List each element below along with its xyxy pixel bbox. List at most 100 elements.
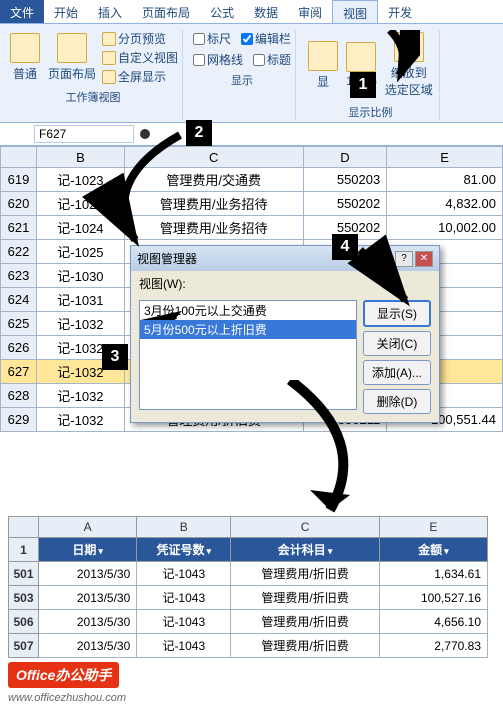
tab-start[interactable]: 开始 [44, 0, 88, 23]
cell[interactable]: 管理费用/业务招待 [124, 192, 303, 216]
delete-button[interactable]: 删除(D) [363, 389, 431, 414]
row-header[interactable]: 619 [1, 168, 37, 192]
col-header[interactable]: A [39, 517, 137, 538]
add-button[interactable]: 添加(A)... [363, 360, 431, 385]
cell[interactable]: 记-1031 [37, 288, 125, 312]
views-listbox[interactable]: 3月份100元以上交通费 5月份500元以上折旧费 [139, 300, 357, 410]
tab-formula[interactable]: 公式 [200, 0, 244, 23]
filter-header[interactable]: 日期▾ [39, 538, 137, 562]
cell[interactable]: 记-1023 [37, 168, 125, 192]
cell[interactable]: 550203 [303, 168, 387, 192]
col-header[interactable]: B [137, 517, 231, 538]
group-show: 显示 [231, 72, 253, 88]
cell[interactable]: 记-1032 [37, 384, 125, 408]
row-header[interactable]: 622 [1, 240, 37, 264]
cell[interactable]: 记-1030 [37, 264, 125, 288]
row-header[interactable]: 1 [9, 538, 39, 562]
row-header[interactable]: 623 [1, 264, 37, 288]
row-header[interactable]: 620 [1, 192, 37, 216]
cell[interactable]: 4,832.00 [387, 192, 503, 216]
cell[interactable]: 管理费用/业务招待 [124, 216, 303, 240]
full-screen-button[interactable]: 全屏显示 [102, 68, 178, 85]
ribbon: 普通 页面布局 分页预览 自定义视图 全屏显示 工作簿视图 标尺 编辑栏 网格线… [0, 24, 503, 123]
cell[interactable]: 2013/5/30 [39, 562, 137, 586]
row-header[interactable]: 503 [9, 586, 39, 610]
row-header[interactable]: 626 [1, 336, 37, 360]
cell[interactable]: 记-1032 [37, 312, 125, 336]
zoom-button[interactable]: 显 [306, 39, 340, 92]
cell[interactable]: 2013/5/30 [39, 586, 137, 610]
row-header[interactable]: 625 [1, 312, 37, 336]
view-manager-dialog: 视图管理器 ? ✕ 视图(W): 3月份100元以上交通费 5月份500元以上折… [130, 245, 440, 423]
cell[interactable]: 550202 [303, 192, 387, 216]
cell[interactable]: 2013/5/30 [39, 610, 137, 634]
tab-insert[interactable]: 插入 [88, 0, 132, 23]
ribbon-tabs: 文件 开始 插入 页面布局 公式 数据 审阅 视图 开发 [0, 0, 503, 24]
filtered-grid[interactable]: ABCE1日期▾凭证号数▾会计科目▾金额▾5012013/5/30记-1043管… [8, 516, 488, 658]
annotation-badge-2: 2 [186, 120, 212, 146]
name-box[interactable]: F627 [34, 125, 134, 143]
custom-view-button[interactable]: 自定义视图 [102, 49, 178, 66]
normal-view-button[interactable]: 普通 [8, 31, 42, 84]
cell[interactable]: 记-1024 [37, 216, 125, 240]
col-header[interactable]: C [231, 517, 380, 538]
row-header[interactable]: 506 [9, 610, 39, 634]
filtered-result-table: ABCE1日期▾凭证号数▾会计科目▾金额▾5012013/5/30记-1043管… [8, 516, 488, 658]
cell[interactable]: 记-1043 [137, 634, 231, 658]
tab-layout[interactable]: 页面布局 [132, 0, 200, 23]
col-header[interactable]: E [387, 147, 503, 168]
cell[interactable]: 2013/5/30 [39, 634, 137, 658]
formula-bar-checkbox[interactable]: 编辑栏 [241, 30, 291, 47]
close-button[interactable]: 关闭(C) [363, 331, 431, 356]
list-item[interactable]: 5月份500元以上折旧费 [140, 320, 356, 339]
list-item[interactable]: 3月份100元以上交通费 [140, 301, 356, 320]
page-layout-button[interactable]: 页面布局 [46, 31, 98, 84]
row-header[interactable]: 507 [9, 634, 39, 658]
cell[interactable]: 4,656.10 [379, 610, 487, 634]
col-header[interactable]: B [37, 147, 125, 168]
cell[interactable]: 2,770.83 [379, 634, 487, 658]
ruler-checkbox[interactable]: 标尺 [193, 30, 231, 47]
col-header[interactable]: D [303, 147, 387, 168]
filter-header[interactable]: 会计科目▾ [231, 538, 380, 562]
row-header[interactable]: 624 [1, 288, 37, 312]
dialog-help-button[interactable]: ? [395, 251, 413, 267]
cell[interactable]: 记-1043 [137, 562, 231, 586]
cell[interactable]: 管理费用/折旧费 [231, 610, 380, 634]
dialog-close-icon[interactable]: ✕ [415, 251, 433, 267]
cell[interactable]: 管理费用/交通费 [124, 168, 303, 192]
tab-review[interactable]: 审阅 [288, 0, 332, 23]
row-header[interactable]: 627 [1, 360, 37, 384]
col-header[interactable]: E [379, 517, 487, 538]
tab-data[interactable]: 数据 [244, 0, 288, 23]
cell[interactable]: 100,527.16 [379, 586, 487, 610]
filter-header[interactable]: 金额▾ [379, 538, 487, 562]
cell[interactable]: 记-1025 [37, 240, 125, 264]
cell[interactable]: 管理费用/折旧费 [231, 634, 380, 658]
page-preview-button[interactable]: 分页预览 [102, 30, 178, 47]
tab-dev[interactable]: 开发 [378, 0, 422, 23]
cell[interactable]: 81.00 [387, 168, 503, 192]
tab-view[interactable]: 视图 [332, 0, 378, 23]
col-header[interactable]: C [124, 147, 303, 168]
filter-header[interactable]: 凭证号数▾ [137, 538, 231, 562]
zoom-selection-button[interactable]: 缩放到 选定区域 [383, 30, 435, 100]
show-button[interactable]: 显示(S) [363, 300, 431, 327]
headings-checkbox[interactable]: 标题 [253, 51, 291, 68]
cell[interactable]: 记-1043 [137, 610, 231, 634]
row-header[interactable]: 629 [1, 408, 37, 432]
cell[interactable]: 记-1023 [37, 192, 125, 216]
group-workbook-view: 工作簿视图 [66, 89, 121, 105]
row-header[interactable]: 501 [9, 562, 39, 586]
cell[interactable]: 记-1043 [137, 586, 231, 610]
cell[interactable]: 管理费用/折旧费 [231, 586, 380, 610]
cell[interactable]: 管理费用/折旧费 [231, 562, 380, 586]
fx-icon[interactable] [140, 129, 150, 139]
cell[interactable]: 1,634.61 [379, 562, 487, 586]
row-header[interactable]: 628 [1, 384, 37, 408]
tab-file[interactable]: 文件 [0, 0, 44, 23]
row-header[interactable]: 621 [1, 216, 37, 240]
cell[interactable]: 10,002.00 [387, 216, 503, 240]
gridlines-checkbox[interactable]: 网格线 [193, 51, 243, 68]
cell[interactable]: 记-1032 [37, 408, 125, 432]
